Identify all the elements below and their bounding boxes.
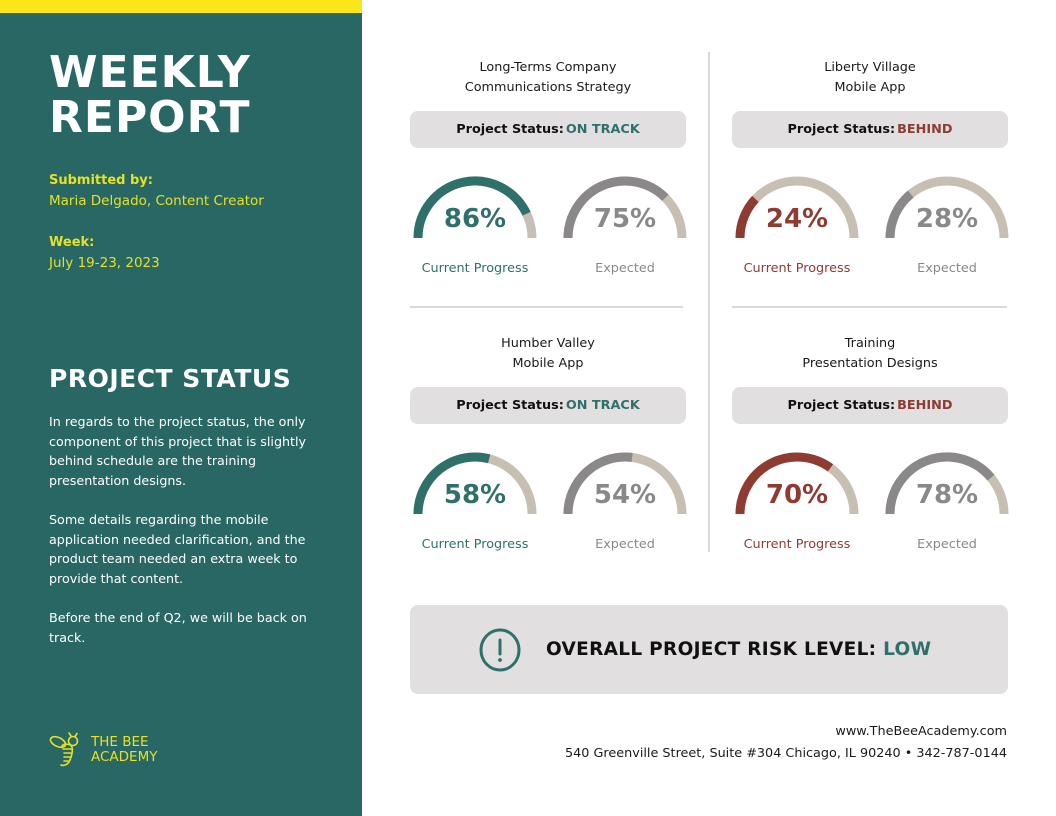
gauges: 58% Current Progress 54% Expected (410, 452, 687, 562)
status-badge: Project Status: BEHIND (732, 387, 1008, 424)
gauge-percent: 75% (593, 204, 657, 234)
week-value: July 19-23, 2023 (49, 255, 160, 271)
project-status-heading: PROJECT STATUS (49, 364, 292, 393)
project-title: Humber Valley Mobile App (410, 334, 686, 374)
gauge-label: Current Progress (421, 261, 529, 276)
gauge-label: Expected (595, 261, 655, 276)
current-progress-gauge: 86% Current Progress (410, 176, 540, 286)
gauge-label: Current Progress (421, 537, 529, 552)
risk-label: OVERALL PROJECT RISK LEVEL: (546, 639, 877, 660)
project-card: Training Presentation Designs Project St… (732, 334, 1009, 562)
project-card: Humber Valley Mobile App Project Status:… (410, 334, 687, 562)
project-title: Liberty Village Mobile App (732, 58, 1008, 98)
horizontal-divider (732, 306, 1007, 308)
gauge-percent: 78% (915, 480, 979, 510)
submitted-value: Maria Delgado, Content Creator (49, 193, 264, 209)
project-title: Long-Terms Company Communications Strate… (410, 58, 686, 98)
gauge-percent: 28% (915, 204, 979, 234)
gauge-percent: 86% (443, 204, 507, 234)
sidebar: WEEKLY REPORT Submitted by: Maria Delgad… (0, 0, 362, 816)
gauge-percent: 58% (443, 480, 507, 510)
status-label: Project Status: (456, 122, 564, 137)
status-paragraph: Some details regarding the mobile applic… (49, 511, 306, 586)
risk-text: OVERALL PROJECT RISK LEVEL: LOW (546, 639, 931, 660)
project-title-line: Long-Terms Company (479, 60, 617, 75)
status-label: Project Status: (787, 122, 896, 137)
gauge-label: Expected (917, 537, 977, 552)
expected-gauge: 54% Expected (560, 452, 690, 562)
status-value: BEHIND (897, 122, 953, 137)
project-card: Liberty Village Mobile App Project Statu… (732, 58, 1009, 286)
current-progress-gauge: 58% Current Progress (410, 452, 540, 562)
footer-website[interactable]: www.TheBeeAcademy.com (835, 724, 1007, 739)
exclamation-circle-icon (479, 628, 521, 671)
gauge-label: Expected (595, 537, 655, 552)
status-badge: Project Status: ON TRACK (410, 387, 686, 424)
logo-line-1: THE BEE (91, 734, 149, 750)
project-title-line: Training (844, 336, 896, 351)
logo-text: THE BEE ACADEMY (91, 735, 157, 765)
risk-banner: OVERALL PROJECT RISK LEVEL: LOW (410, 605, 1008, 694)
expected-gauge: 28% Expected (882, 176, 1012, 286)
expected-gauge: 78% Expected (882, 452, 1012, 562)
project-title-line: Presentation Designs (802, 355, 938, 371)
project-title-line: Mobile App (512, 355, 584, 371)
horizontal-divider (410, 306, 683, 308)
gauge-percent: 24% (765, 204, 829, 234)
project-status-body: In regards to the project status, the on… (49, 412, 309, 667)
logo-line-2: ACADEMY (91, 749, 158, 765)
gauge-label: Current Progress (743, 537, 851, 552)
gauges: 86% Current Progress 75% Expected (410, 176, 687, 286)
current-progress-gauge: 70% Current Progress (732, 452, 862, 562)
current-progress-gauge: 24% Current Progress (732, 176, 862, 286)
title-line-2: REPORT (49, 92, 251, 143)
submitted-label: Submitted by: (49, 173, 153, 188)
risk-value: LOW (883, 639, 932, 660)
project-title-line: Humber Valley (501, 336, 595, 351)
status-value: BEHIND (897, 398, 953, 413)
vertical-divider (708, 52, 710, 552)
project-card: Long-Terms Company Communications Strate… (410, 58, 687, 286)
status-value: ON TRACK (565, 398, 640, 413)
bee-icon (49, 732, 79, 767)
gauge-percent: 54% (593, 480, 657, 510)
status-label: Project Status: (456, 398, 564, 413)
report-title: WEEKLY REPORT (49, 50, 251, 140)
status-value: ON TRACK (565, 122, 640, 137)
status-badge: Project Status: BEHIND (732, 111, 1008, 148)
status-label: Project Status: (787, 398, 896, 413)
project-title: Training Presentation Designs (732, 334, 1008, 374)
status-badge: Project Status: ON TRACK (410, 111, 686, 148)
gauge-percent: 70% (765, 480, 829, 510)
logo: THE BEE ACADEMY (49, 732, 157, 768)
week: Week: July 19-23, 2023 (49, 235, 160, 271)
gauges: 24% Current Progress 28% Expected (732, 176, 1009, 286)
accent-bar (0, 0, 362, 13)
gauge-label: Current Progress (743, 261, 851, 276)
gauges: 70% Current Progress 78% Expected (732, 452, 1009, 562)
gauge-label: Expected (917, 261, 977, 276)
status-paragraph: Before the end of Q2, we will be back on… (49, 609, 307, 645)
project-title-line: Mobile App (834, 79, 906, 95)
status-paragraph: In regards to the project status, the on… (49, 414, 307, 488)
submitted-by: Submitted by: Maria Delgado, Content Cre… (49, 173, 264, 209)
title-line-1: WEEKLY (49, 47, 251, 98)
expected-gauge: 75% Expected (560, 176, 690, 286)
footer-address: 540 Greenville Street, Suite #304 Chicag… (565, 746, 1007, 761)
project-title-line: Communications Strategy (464, 79, 632, 95)
project-title-line: Liberty Village (824, 60, 916, 75)
week-label: Week: (49, 235, 95, 250)
